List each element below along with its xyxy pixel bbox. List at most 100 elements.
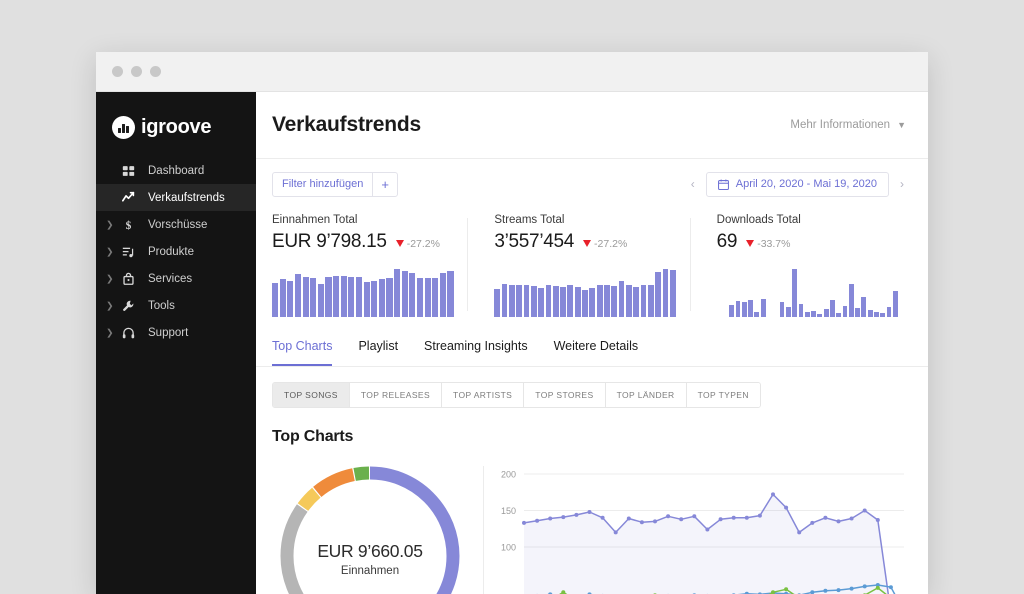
pill-top-typen[interactable]: TOP TYPEN	[685, 383, 760, 407]
y-axis-tick-label: 150	[501, 506, 516, 516]
more-info-dropdown[interactable]: Mehr Informationen ▼	[790, 119, 906, 131]
chevron-right-icon[interactable]: ❯	[106, 274, 114, 283]
data-point[interactable]	[522, 520, 526, 525]
data-point[interactable]	[600, 515, 605, 520]
data-point[interactable]	[574, 512, 579, 517]
pill-top-l-nder[interactable]: TOP LÄNDER	[604, 383, 686, 407]
date-range-label: April 20, 2020 - Mai 19, 2020	[735, 178, 877, 190]
pill-top-artists[interactable]: TOP ARTISTS	[441, 383, 524, 407]
kpi-sparkline	[717, 269, 898, 317]
data-point[interactable]	[823, 515, 828, 520]
sidebar-item-produkte[interactable]: ❯ Produkte	[96, 238, 256, 265]
data-point[interactable]	[653, 519, 657, 524]
chevron-right-icon[interactable]: ❯	[106, 301, 114, 310]
line-chart-svg[interactable]: 100 150 200	[490, 462, 910, 594]
data-point[interactable]	[613, 530, 618, 535]
data-point[interactable]	[797, 530, 802, 535]
data-point[interactable]	[587, 510, 592, 514]
tab-playlist[interactable]: Playlist	[358, 339, 398, 366]
sparkline-bar	[655, 272, 662, 317]
chevron-right-icon[interactable]: ❯	[106, 220, 114, 229]
add-filter-label: Filter hinzufügen	[282, 178, 364, 190]
kpi-delta-value: -33.7%	[757, 237, 791, 250]
data-point[interactable]	[561, 515, 566, 520]
data-point[interactable]	[705, 527, 710, 532]
kpi-delta-value: -27.2%	[594, 237, 628, 250]
data-point[interactable]	[784, 587, 789, 592]
maximize-dot[interactable]	[150, 66, 161, 77]
sidebar-item-vorsch-sse[interactable]: ❯ $ Vorschüsse	[96, 211, 256, 238]
sparkline-bar	[516, 285, 523, 317]
kpi-card: Streams Total 3’557’454 -27.2%	[467, 214, 689, 317]
pill-top-releases[interactable]: TOP RELEASES	[348, 383, 442, 407]
data-point[interactable]	[731, 515, 736, 520]
sidebar-item-dashboard[interactable]: Dashboard	[96, 157, 256, 184]
sparkline-bar	[333, 275, 340, 317]
data-point[interactable]	[639, 520, 644, 525]
chevron-right-icon[interactable]: ❯	[106, 247, 114, 256]
data-point[interactable]	[771, 492, 775, 497]
sidebar-item-tools[interactable]: ❯ Tools	[96, 292, 256, 319]
donut-chart[interactable]: EUR 9’660.05 Einnahmen	[274, 460, 466, 594]
date-next-button[interactable]: ›	[898, 177, 906, 191]
data-point[interactable]	[849, 586, 854, 591]
data-point[interactable]	[862, 584, 867, 589]
data-point[interactable]	[836, 588, 841, 593]
data-point[interactable]	[757, 513, 762, 518]
sparkline-bar	[625, 285, 632, 317]
data-point[interactable]	[718, 517, 723, 522]
sparkline-bar	[792, 269, 798, 317]
y-axis-tick-label: 200	[501, 470, 516, 480]
sidebar-item-services[interactable]: ❯ Services	[96, 265, 256, 292]
donut-center-label: EUR 9’660.05 Einnahmen	[274, 460, 466, 594]
kpi-card: Downloads Total 69 -33.7%	[689, 214, 912, 317]
data-point[interactable]	[849, 516, 854, 521]
sidebar: igroove Dashboard Verkaufstrends ❯ $ Vorschü…	[96, 92, 256, 594]
sparkline-bar	[545, 285, 552, 317]
triangle-down-icon	[746, 240, 755, 247]
data-point[interactable]	[626, 516, 631, 521]
date-range-button[interactable]: April 20, 2020 - Mai 19, 2020	[705, 171, 889, 197]
sidebar-item-support[interactable]: ❯ Support	[96, 319, 256, 346]
data-point[interactable]	[875, 585, 880, 590]
sparkline-bar	[378, 278, 385, 317]
chevron-right-icon[interactable]: ❯	[106, 328, 114, 337]
tab-streaming-insights[interactable]: Streaming Insights	[424, 339, 528, 366]
brand-logo[interactable]: igroove	[96, 110, 256, 157]
add-filter-button[interactable]: Filter hinzufügen +	[272, 171, 398, 197]
chevron-down-icon: ▼	[897, 120, 906, 130]
sparkline-bar	[538, 288, 545, 317]
data-point[interactable]	[836, 519, 841, 524]
page-root: igroove Dashboard Verkaufstrends ❯ $ Vorschü…	[0, 0, 1024, 594]
plus-icon[interactable]: +	[372, 172, 397, 196]
close-dot[interactable]	[112, 66, 123, 77]
sparkline-bar	[811, 311, 816, 317]
date-prev-button[interactable]: ‹	[689, 177, 697, 191]
data-point[interactable]	[888, 585, 893, 590]
sparkline-bar	[416, 277, 423, 317]
sparkline-bar	[611, 286, 618, 317]
data-point[interactable]	[823, 588, 828, 593]
tab-top-charts[interactable]: Top Charts	[272, 339, 333, 366]
tab-weitere-details[interactable]: Weitere Details	[554, 339, 639, 366]
data-point[interactable]	[548, 516, 553, 521]
data-point[interactable]	[692, 514, 697, 519]
data-point[interactable]	[679, 517, 684, 522]
sidebar-item-verkaufstrends[interactable]: Verkaufstrends	[96, 184, 256, 211]
data-point[interactable]	[535, 518, 540, 523]
pill-top-stores[interactable]: TOP STORES	[523, 383, 605, 407]
pill-top-songs[interactable]: TOP SONGS	[273, 383, 349, 407]
sparkline-bar	[439, 273, 446, 317]
data-point[interactable]	[875, 518, 880, 522]
kpi-value-row: EUR 9’798.15 -27.2%	[272, 231, 453, 253]
data-point[interactable]	[784, 505, 789, 510]
data-point[interactable]	[744, 515, 749, 520]
browser-window: igroove Dashboard Verkaufstrends ❯ $ Vorschü…	[96, 52, 928, 594]
sparkline-bar	[798, 304, 804, 317]
headphones-icon	[122, 326, 135, 339]
data-point[interactable]	[666, 514, 671, 519]
data-point[interactable]	[862, 508, 867, 513]
minimize-dot[interactable]	[131, 66, 142, 77]
sparkline-bar	[317, 284, 324, 317]
data-point[interactable]	[810, 520, 815, 525]
